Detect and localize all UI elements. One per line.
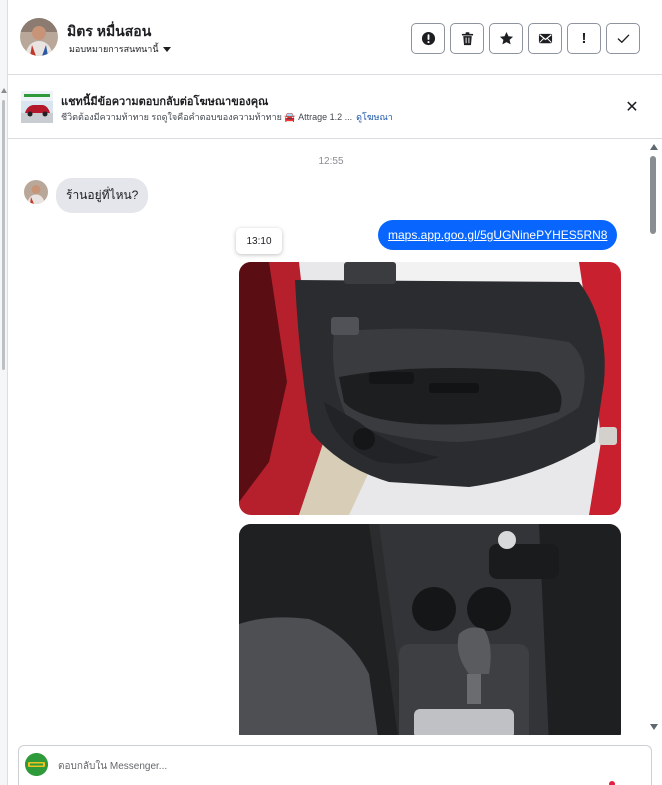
thread-scroll-thumb[interactable] xyxy=(650,156,656,234)
mark-unread-button[interactable] xyxy=(528,23,562,54)
contact-name[interactable]: มิตร หมื่นสอน xyxy=(67,21,151,43)
trash-icon xyxy=(461,32,473,46)
messenger-conversation-page: มิตร หมื่นสอน มอบหมายการสนทนานี้ ! แชทนี… xyxy=(0,0,662,785)
follow-up-button[interactable]: ! xyxy=(567,23,601,54)
outgoing-link-bubble[interactable]: maps.app.goo.gl/5gUGNinePYHES5RN8 xyxy=(378,220,618,250)
conversation-header: มิตร หมื่นสอน มอบหมายการสนทนานี้ ! xyxy=(8,0,662,75)
envelope-icon xyxy=(538,33,552,44)
assign-conversation-dropdown[interactable]: มอบหมายการสนทนานี้ xyxy=(69,42,171,56)
delete-button[interactable] xyxy=(450,23,484,54)
message-thread[interactable]: 12:55 ร้านอยู่ที่ไหน? 13:10 maps.app.goo… xyxy=(8,140,648,735)
contact-avatar[interactable] xyxy=(20,18,58,56)
star-icon xyxy=(499,31,513,45)
page-logo-avatar xyxy=(25,753,48,776)
mark-done-button[interactable] xyxy=(606,23,640,54)
incoming-message-bubble[interactable]: ร้านอยู่ที่ไหน? xyxy=(56,178,149,213)
notification-dot xyxy=(609,781,615,785)
ad-reply-banner: แชทนี้มีข้อความตอบกลับต่อโฆษณาของคุณ ชีว… xyxy=(8,75,662,139)
ad-caption: ชีวิตต้องมีความท้าทาย รถดูใจคือคำตอบของค… xyxy=(61,112,353,122)
ad-thumbnail[interactable] xyxy=(21,91,53,123)
check-icon xyxy=(617,34,629,43)
left-scroll-up-icon[interactable] xyxy=(1,88,7,93)
message-timestamp: 12:55 xyxy=(318,156,344,167)
hover-timestamp-tooltip: 13:10 xyxy=(236,228,282,254)
alert-circle-icon xyxy=(421,31,435,46)
assign-label: มอบหมายการสนทนานี้ xyxy=(69,44,159,54)
close-icon[interactable]: ✕ xyxy=(622,97,642,117)
mark-spam-button[interactable] xyxy=(411,23,445,54)
gear-shifter-photo[interactable] xyxy=(239,524,621,735)
left-scroll-thumb[interactable] xyxy=(2,100,5,370)
sender-avatar[interactable] xyxy=(24,180,48,204)
reply-composer[interactable]: ตอบกลับใน Messenger... xyxy=(18,745,652,785)
scroll-up-icon[interactable] xyxy=(650,144,658,150)
thread-scrollbar[interactable] xyxy=(646,140,662,735)
ad-banner-subtitle: ชีวิตต้องมีความท้าทาย รถดูใจคือคำตอบของค… xyxy=(61,110,393,124)
exclamation-icon: ! xyxy=(581,30,587,47)
view-ad-link[interactable]: ดูโฆษณา xyxy=(356,110,393,124)
scroll-down-icon[interactable] xyxy=(650,724,658,730)
left-scrollbar[interactable] xyxy=(0,0,8,785)
star-button[interactable] xyxy=(489,23,523,54)
header-actions: ! xyxy=(411,23,640,54)
reply-input[interactable]: ตอบกลับใน Messenger... xyxy=(58,759,167,774)
ad-banner-title: แชทนี้มีข้อความตอบกลับต่อโฆษณาของคุณ xyxy=(61,96,269,108)
car-door-photo[interactable] xyxy=(239,262,621,515)
caret-down-icon xyxy=(162,46,171,52)
